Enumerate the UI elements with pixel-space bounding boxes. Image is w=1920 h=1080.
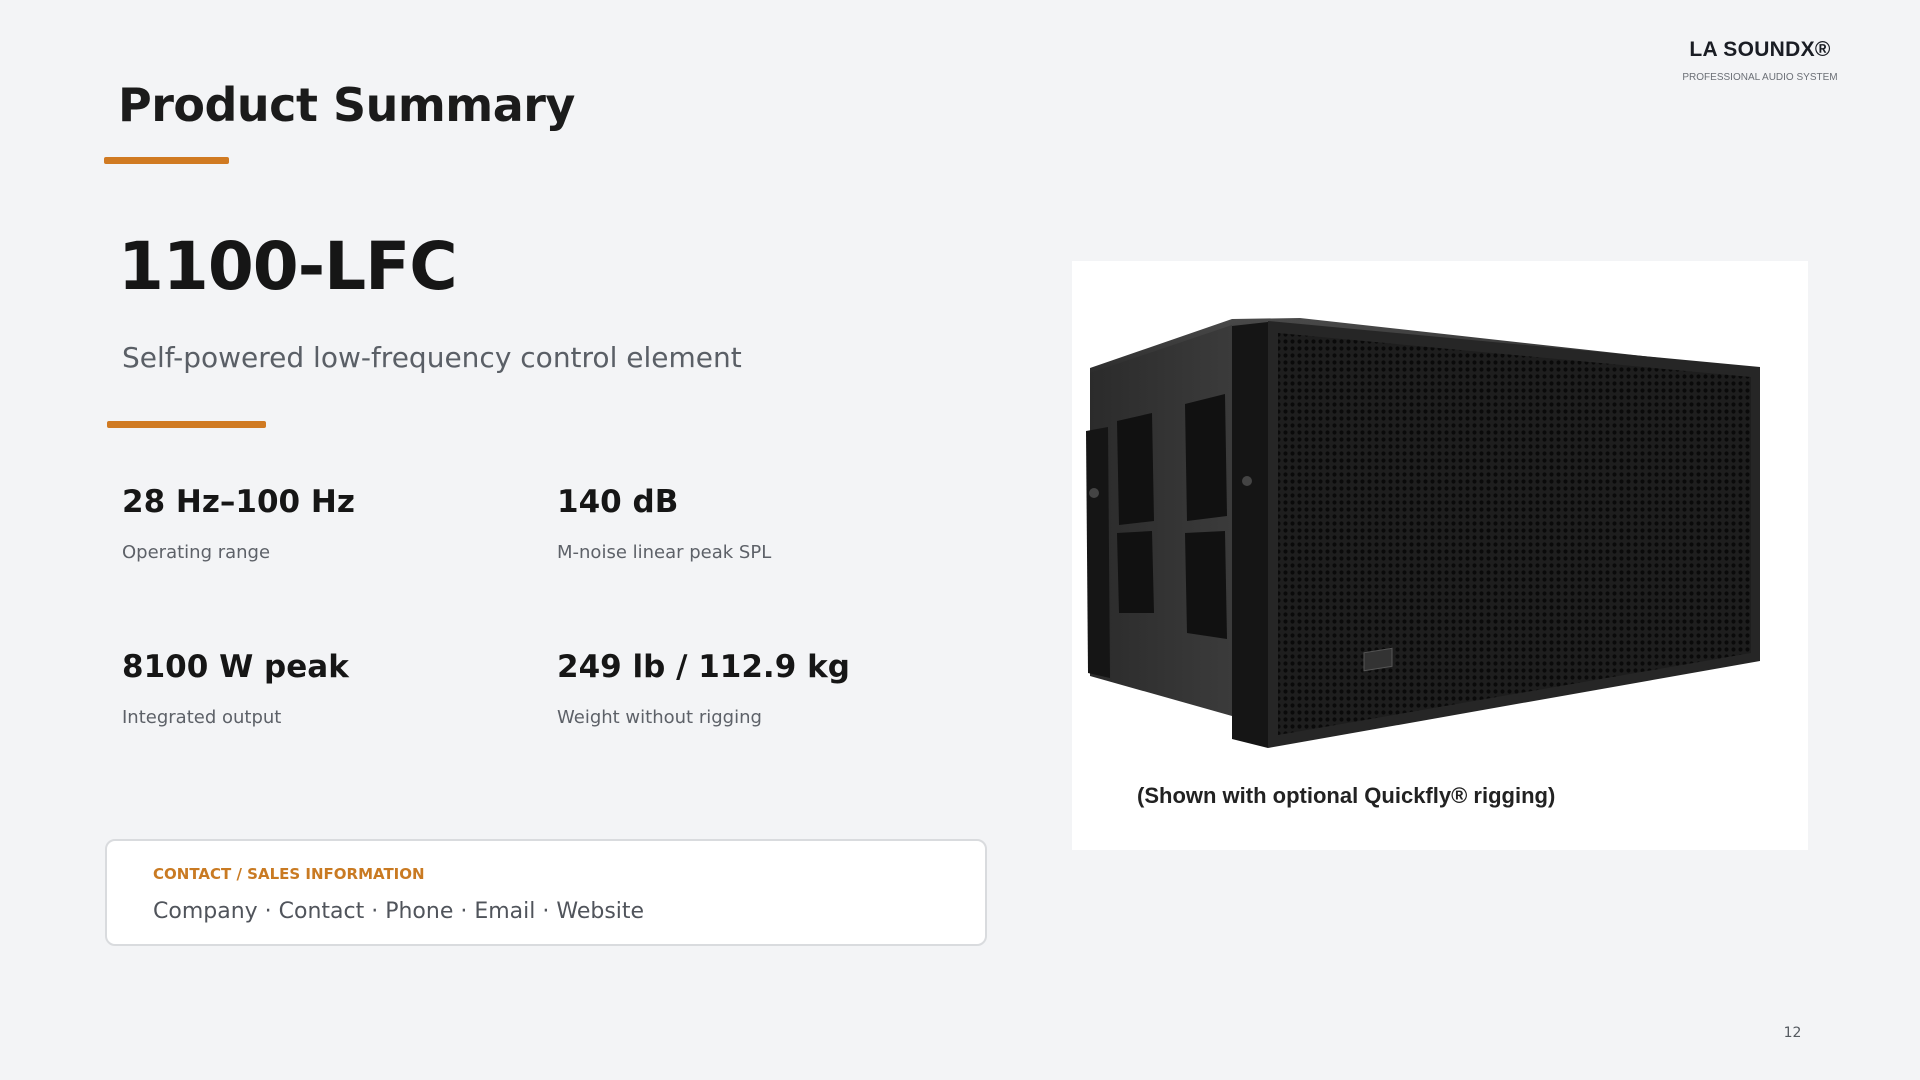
spec-label: Integrated output [122,707,282,728]
spec-value: 249 lb / 112.9 kg [557,649,850,685]
image-caption: (Shown with optional Quickfly® rigging) [1137,783,1556,808]
title-accent-rule [104,157,229,164]
spec-label: M-noise linear peak SPL [557,542,772,563]
contact-details: Company · Contact · Phone · Email · Webs… [153,899,645,924]
spec-label: Operating range [122,542,271,563]
contact-card: CONTACT / SALES INFORMATION Company · Co… [105,839,987,946]
spec-output: 8100 W peak Integrated output [122,649,542,728]
brand-logo: LA SOUNDX® PROFESSIONAL AUDIO SYSTEM [1660,38,1860,83]
spec-operating-range: 28 Hz–100 Hz Operating range [122,484,542,563]
page-number: 12 [1783,1025,1802,1041]
brand-name: LA SOUNDX® [1689,38,1831,61]
spec-label: Weight without rigging [557,707,762,728]
contact-heading: CONTACT / SALES INFORMATION [153,865,425,883]
brand-tagline: PROFESSIONAL AUDIO SYSTEM [1682,72,1838,83]
product-name: 1100-LFC [118,228,458,305]
page-title: Product Summary [118,78,575,132]
spec-weight: 249 lb / 112.9 kg Weight without rigging [557,649,977,728]
product-description: Self-powered low-frequency control eleme… [122,341,742,374]
product-image-card: (Shown with optional Quickfly® rigging) [1072,261,1808,850]
spec-peak-spl: 140 dB M-noise linear peak SPL [557,484,977,563]
slide: LA SOUNDX® PROFESSIONAL AUDIO SYSTEM Pro… [0,0,1920,1080]
description-accent-rule [107,421,266,428]
spec-value: 140 dB [557,484,679,520]
speaker-product-image [1086,318,1760,748]
spec-value: 8100 W peak [122,649,349,685]
spec-value: 28 Hz–100 Hz [122,484,355,520]
